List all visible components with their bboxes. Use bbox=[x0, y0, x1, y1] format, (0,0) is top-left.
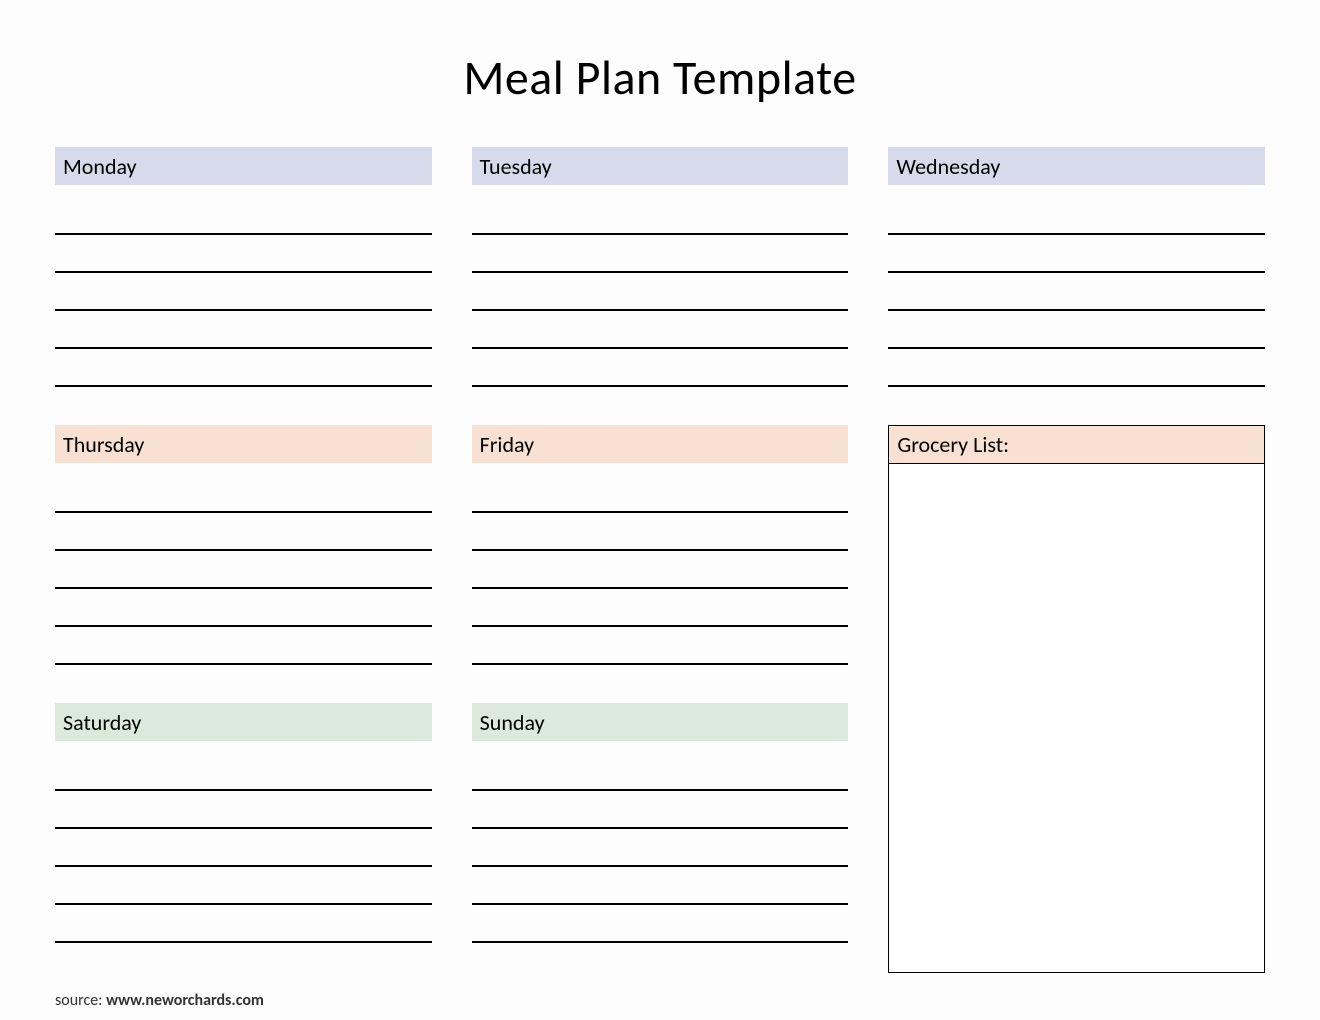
grocery-list: Grocery List: bbox=[888, 425, 1265, 973]
write-line[interactable] bbox=[472, 791, 849, 829]
write-line[interactable] bbox=[472, 197, 849, 235]
source-url: www.neworchards.com bbox=[106, 991, 264, 1010]
write-line[interactable] bbox=[55, 551, 432, 589]
write-line[interactable] bbox=[888, 349, 1265, 387]
write-line[interactable] bbox=[55, 235, 432, 273]
write-line[interactable] bbox=[472, 589, 849, 627]
write-line[interactable] bbox=[55, 791, 432, 829]
write-line[interactable] bbox=[888, 235, 1265, 273]
write-line[interactable] bbox=[55, 627, 432, 665]
day-tuesday: Tuesday bbox=[472, 147, 849, 417]
write-line[interactable] bbox=[55, 349, 432, 387]
lines-sunday bbox=[472, 741, 849, 973]
day-header-friday: Friday bbox=[472, 425, 849, 463]
write-line[interactable] bbox=[888, 311, 1265, 349]
source-label: source: bbox=[55, 991, 106, 1010]
day-wednesday: Wednesday bbox=[888, 147, 1265, 417]
write-line[interactable] bbox=[55, 513, 432, 551]
write-line[interactable] bbox=[55, 475, 432, 513]
write-line[interactable] bbox=[472, 627, 849, 665]
write-line[interactable] bbox=[55, 273, 432, 311]
day-sunday: Sunday bbox=[472, 703, 849, 973]
day-header-thursday: Thursday bbox=[55, 425, 432, 463]
write-line[interactable] bbox=[888, 197, 1265, 235]
day-header-tuesday: Tuesday bbox=[472, 147, 849, 185]
write-line[interactable] bbox=[472, 829, 849, 867]
day-saturday: Saturday bbox=[55, 703, 432, 973]
day-header-wednesday: Wednesday bbox=[888, 147, 1265, 185]
grocery-header: Grocery List: bbox=[888, 425, 1265, 463]
grocery-box[interactable] bbox=[888, 463, 1265, 973]
lines-monday bbox=[55, 185, 432, 417]
day-thursday: Thursday bbox=[55, 425, 432, 695]
write-line[interactable] bbox=[888, 273, 1265, 311]
write-line[interactable] bbox=[472, 475, 849, 513]
write-line[interactable] bbox=[472, 273, 849, 311]
write-line[interactable] bbox=[55, 197, 432, 235]
write-line[interactable] bbox=[472, 513, 849, 551]
day-header-saturday: Saturday bbox=[55, 703, 432, 741]
lines-thursday bbox=[55, 463, 432, 695]
write-line[interactable] bbox=[472, 551, 849, 589]
write-line[interactable] bbox=[472, 905, 849, 943]
day-header-sunday: Sunday bbox=[472, 703, 849, 741]
lines-tuesday bbox=[472, 185, 849, 417]
write-line[interactable] bbox=[472, 349, 849, 387]
meal-plan-grid: Monday Tuesday Wednesday Thursda bbox=[55, 147, 1265, 973]
write-line[interactable] bbox=[472, 867, 849, 905]
write-line[interactable] bbox=[472, 235, 849, 273]
lines-saturday bbox=[55, 741, 432, 973]
source-line: source: www.neworchards.com bbox=[55, 991, 1265, 1010]
page-title: Meal Plan Template bbox=[55, 48, 1265, 107]
write-line[interactable] bbox=[472, 753, 849, 791]
write-line[interactable] bbox=[55, 905, 432, 943]
lines-wednesday bbox=[888, 185, 1265, 417]
write-line[interactable] bbox=[55, 829, 432, 867]
write-line[interactable] bbox=[55, 867, 432, 905]
day-friday: Friday bbox=[472, 425, 849, 695]
write-line[interactable] bbox=[472, 311, 849, 349]
write-line[interactable] bbox=[55, 589, 432, 627]
day-header-monday: Monday bbox=[55, 147, 432, 185]
write-line[interactable] bbox=[55, 311, 432, 349]
write-line[interactable] bbox=[55, 753, 432, 791]
day-monday: Monday bbox=[55, 147, 432, 417]
lines-friday bbox=[472, 463, 849, 695]
